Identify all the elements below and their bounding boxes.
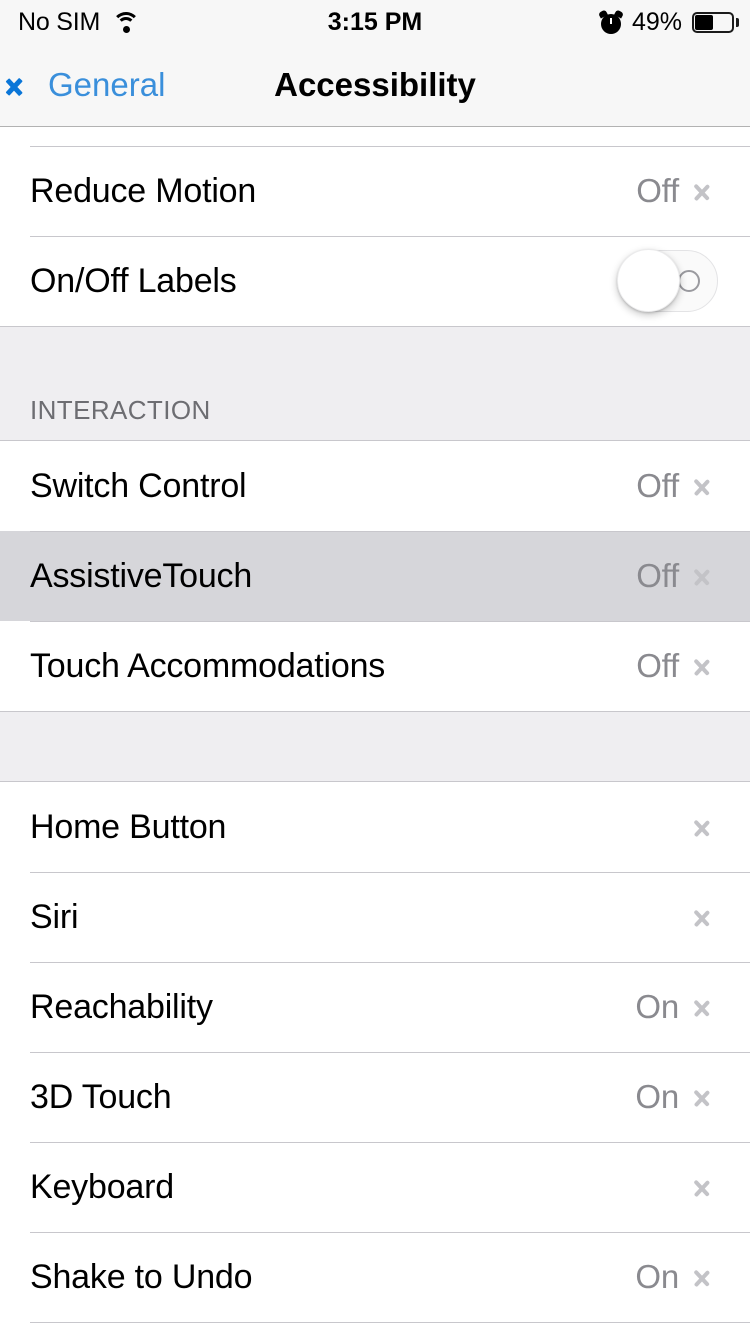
chevron-right-icon (695, 1262, 712, 1292)
back-button-label: General (48, 66, 166, 103)
list-item-label: AssistiveTouch (30, 556, 253, 595)
list-item-value: On (635, 988, 679, 1025)
list-item-3d-touch[interactable]: 3D Touch On (0, 1052, 750, 1142)
list-item-touch-accommodations[interactable]: Touch Accommodations Off (0, 621, 750, 711)
row-separator (30, 146, 750, 147)
settings-list: Reduce Motion Off On/Off Labels INTERACTION… (0, 127, 750, 1323)
list-item-label: Shake to Undo (30, 1257, 253, 1296)
list-item-label: Keyboard (30, 1167, 174, 1206)
chevron-right-icon (695, 471, 712, 501)
section-header-label: INTERACTION (30, 395, 211, 425)
chevron-right-icon (695, 1082, 712, 1112)
list-item-shake-to-undo[interactable]: Shake to Undo On (0, 1232, 750, 1322)
list-item-assistivetouch[interactable]: AssistiveTouch Off (0, 531, 750, 621)
list-item-label: Reachability (30, 987, 213, 1026)
status-bar: No SIM 3:15 PM 49% (0, 0, 750, 44)
row-separator (30, 1232, 750, 1233)
list-item-label: 3D Touch (30, 1077, 172, 1116)
battery-percent-label: 49% (631, 7, 682, 36)
list-item-reachability[interactable]: Reachability On (0, 962, 750, 1052)
switch-off-label-icon (678, 270, 700, 292)
row-separator (30, 1052, 750, 1053)
list-item-value: On (635, 1258, 679, 1295)
list-item-label: Home Button (30, 807, 227, 846)
list-item-label: Reduce Motion (30, 171, 257, 210)
clock-label: 3:15 PM (327, 7, 423, 36)
list-item-on-off-labels[interactable]: On/Off Labels (0, 236, 750, 326)
chevron-right-icon (695, 1172, 712, 1202)
row-separator (30, 531, 750, 532)
chevron-right-icon (695, 561, 712, 591)
list-item-label: Touch Accommodations (30, 646, 386, 685)
back-button[interactable]: General (0, 66, 165, 104)
chevron-right-icon (695, 902, 712, 932)
row-separator (30, 1142, 750, 1143)
list-item-value: Off (636, 467, 679, 504)
navigation-bar: General Accessibility (0, 44, 750, 127)
list-item-reduce-motion[interactable]: Reduce Motion Off (0, 146, 750, 236)
list-top-spacer (0, 127, 750, 146)
section-header-interaction: INTERACTION (0, 326, 750, 441)
row-separator (30, 872, 750, 873)
row-separator (30, 236, 750, 237)
settings-accessibility-screen: No SIM 3:15 PM 49% General Accessibility… (0, 0, 750, 1334)
chevron-right-icon (695, 651, 712, 681)
chevron-right-icon (695, 812, 712, 842)
list-item-value: On (635, 1078, 679, 1115)
list-item-label: Switch Control (30, 466, 247, 505)
chevron-right-icon (695, 176, 712, 206)
list-item-value: Off (636, 172, 679, 209)
list-item-value: Off (636, 557, 679, 594)
bottom-separator (30, 1322, 750, 1323)
alarm-clock-icon (598, 9, 624, 34)
list-item-value: Off (636, 647, 679, 684)
toggle-switch-on-off-labels[interactable] (617, 249, 718, 312)
section-gap (0, 711, 750, 782)
list-item-switch-control[interactable]: Switch Control Off (0, 441, 750, 531)
list-item-keyboard[interactable]: Keyboard (0, 1142, 750, 1232)
chevron-left-icon (18, 68, 38, 102)
list-item-label: Siri (30, 897, 79, 936)
switch-knob (617, 249, 680, 312)
list-item-label: On/Off Labels (30, 261, 237, 300)
list-item-siri[interactable]: Siri (0, 872, 750, 962)
chevron-right-icon (695, 992, 712, 1022)
list-item-home-button[interactable]: Home Button (0, 782, 750, 872)
row-separator (30, 621, 750, 622)
row-separator (30, 962, 750, 963)
status-bar-right: 49% (598, 0, 739, 44)
battery-icon (692, 11, 739, 33)
